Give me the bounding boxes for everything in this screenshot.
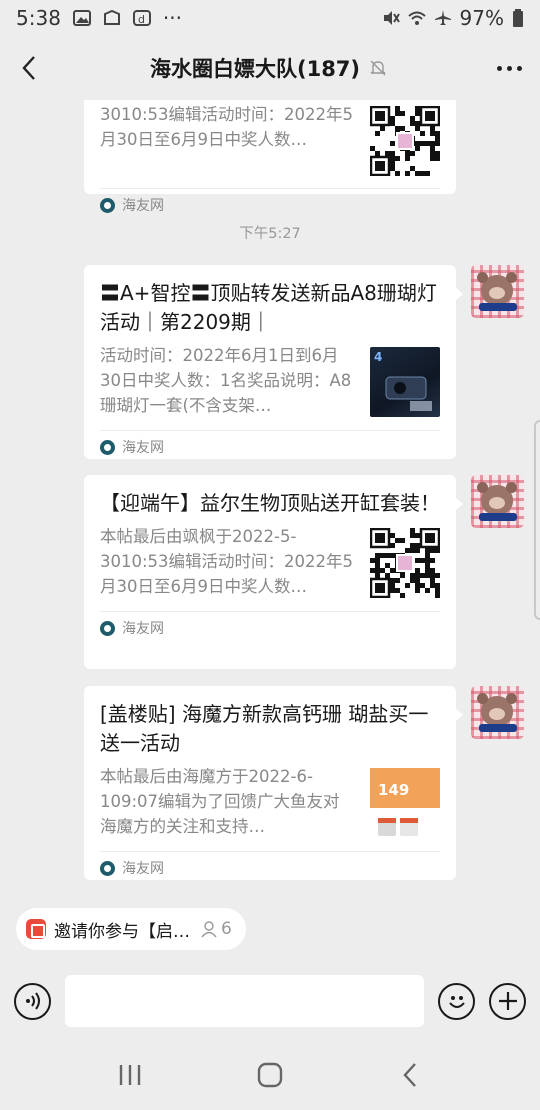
- status-time: 5:38: [16, 6, 61, 30]
- promo-price: 149: [378, 781, 409, 799]
- sender-avatar[interactable]: [471, 686, 524, 739]
- recent-apps-icon: [119, 1065, 141, 1085]
- battery-percent: 97%: [459, 6, 504, 30]
- haiyou-logo-icon: [100, 197, 115, 213]
- sender-avatar[interactable]: [471, 265, 524, 318]
- mute-status-icon: [383, 11, 400, 25]
- chat-title: 海水圈白嫖大队(187): [149, 57, 361, 81]
- haiyou-logo-icon: [100, 439, 115, 455]
- status-bar: 5:38 d ··· 97%: [0, 0, 540, 36]
- promo-thumbnail: 149: [370, 768, 440, 838]
- message-source: 海友网: [84, 612, 456, 644]
- nav-back-icon: [403, 1063, 416, 1087]
- message-input-bar: [0, 962, 540, 1040]
- wifi-icon: [407, 11, 426, 25]
- gallery-icon: [72, 10, 91, 26]
- message-source: 海友网: [84, 852, 456, 884]
- chat-header: 海水圈白嫖大队(187): [0, 36, 540, 100]
- message-card[interactable]: 3010:53编辑活动时间：2022年5月30日至6月9日中奖人数… 海友网: [84, 100, 456, 214]
- back-button[interactable]: [14, 52, 44, 84]
- message-desc: 3010:53编辑活动时间：2022年5月30日至6月9日中奖人数…: [100, 105, 354, 149]
- voice-icon: [25, 992, 40, 1010]
- app-notification-icon: [103, 10, 120, 25]
- home-button[interactable]: [240, 1055, 300, 1095]
- source-label: 海友网: [122, 440, 164, 456]
- message-input[interactable]: [65, 975, 424, 1027]
- airplane-mode-icon: [434, 10, 451, 25]
- message-title: 【迎端午】益尔生物顶贴送开缸套装！: [100, 491, 440, 515]
- more-options-button[interactable]: [492, 52, 526, 84]
- svg-text:d: d: [138, 13, 145, 26]
- message-card[interactable]: [盖楼贴] 海魔方新款高钙珊 瑚盐买一送一活动 本帖最后由海魔方于2022-6-…: [84, 686, 463, 880]
- recent-apps-button[interactable]: [100, 1055, 160, 1095]
- home-icon: [257, 1062, 283, 1088]
- product-thumbnail: 4: [370, 347, 440, 417]
- system-nav-bar: [0, 1040, 540, 1110]
- message-desc: 活动时间：2022年6月1日到6月30日中奖人数：1名奖品说明：A8珊瑚灯一套(…: [100, 346, 352, 415]
- haiyou-logo-icon: [100, 620, 115, 636]
- message-desc: 本帖最后由海魔方于2022-6-109:07编辑为了回馈广大鱼友对海魔方的关注和…: [100, 767, 340, 836]
- participant-count: 6: [200, 919, 232, 939]
- message-card[interactable]: 【迎端午】益尔生物顶贴送开缸套装！ 本帖最后由飒枫于2022-5-3010:53…: [84, 475, 463, 669]
- sender-avatar[interactable]: [471, 475, 524, 528]
- battery-icon: [513, 9, 523, 27]
- nav-back-button[interactable]: [380, 1055, 440, 1095]
- source-label: 海友网: [122, 198, 164, 214]
- source-label: 海友网: [122, 621, 164, 637]
- haiyou-logo-icon: [100, 860, 115, 876]
- douyin-icon: d: [132, 10, 151, 26]
- back-arrow-icon: [22, 56, 35, 80]
- source-label: 海友网: [122, 861, 164, 877]
- plus-icon: [498, 992, 517, 1010]
- svg-text:4: 4: [374, 350, 382, 364]
- edge-panel-handle[interactable]: [534, 420, 540, 620]
- mute-bell-icon: [368, 57, 390, 79]
- message-desc: 本帖最后由飒枫于2022-5-3010:53编辑活动时间：2022年5月30日至…: [100, 527, 354, 596]
- participant-count-value: 6: [221, 919, 232, 939]
- qr-code-thumbnail: [369, 527, 441, 599]
- more-notifications-icon: ···: [162, 6, 182, 30]
- chat-message-list[interactable]: 3010:53编辑活动时间：2022年5月30日至6月9日中奖人数… 海友网 下…: [0, 100, 540, 896]
- message-card[interactable]: 〓A+智控〓顶贴转发送新品A8珊瑚灯活动｜第2209期｜ 活动时间：2022年6…: [84, 265, 463, 459]
- timestamp: 下午5:27: [239, 226, 301, 242]
- mini-program-icon: [26, 919, 46, 939]
- emoji-button[interactable]: [438, 982, 475, 1020]
- person-icon: [201, 921, 217, 938]
- more-functions-button[interactable]: [489, 982, 526, 1020]
- message-source: 海友网: [84, 189, 456, 221]
- invite-label: 邀请你参与【启…: [54, 921, 190, 942]
- message-title: 〓A+智控〓顶贴转发送新品A8珊瑚灯活动｜第2209期｜: [100, 281, 437, 334]
- qr-code-thumbnail: [369, 105, 441, 177]
- invite-chip[interactable]: 邀请你参与【启… 6: [16, 908, 246, 950]
- smiley-icon: [448, 996, 465, 1008]
- voice-input-button[interactable]: [14, 982, 51, 1020]
- message-title: [盖楼贴] 海魔方新款高钙珊 瑚盐买一送一活动: [100, 702, 429, 755]
- message-source: 海友网: [84, 431, 456, 463]
